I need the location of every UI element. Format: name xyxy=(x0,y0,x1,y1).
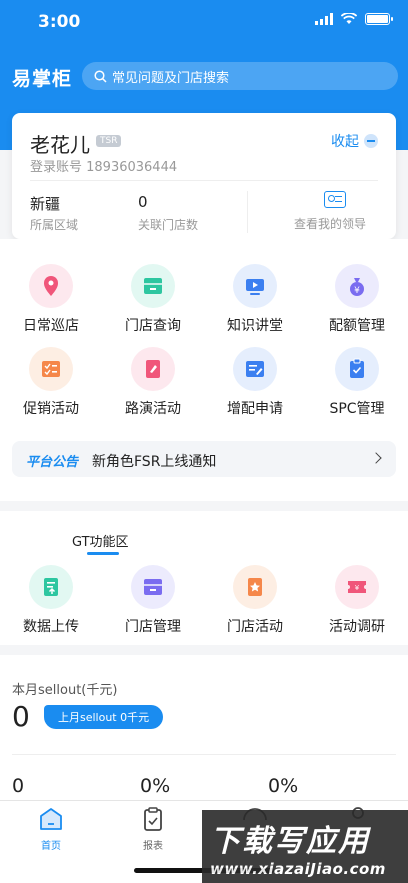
announcement-text: 新角色FSR上线通知 xyxy=(92,454,217,470)
menu-item[interactable]: 增配申请 xyxy=(204,347,306,418)
location-pin-icon xyxy=(29,264,73,308)
app-title: 易掌柜 xyxy=(12,68,73,90)
region-label: 所属区域 xyxy=(30,218,79,232)
menu-item[interactable]: 门店活动 xyxy=(204,565,306,636)
menu-item[interactable]: 门店管理 xyxy=(102,565,204,636)
minus-icon xyxy=(364,134,378,148)
tab-report-label: 报表 xyxy=(143,841,163,852)
metric-value: 0% xyxy=(140,775,171,797)
menu-item-label: 路演活动 xyxy=(125,401,181,417)
tab-home[interactable]: 首页 xyxy=(21,807,81,852)
menu-item[interactable]: 知识讲堂 xyxy=(204,264,306,335)
menu-item[interactable]: ¥ 配额管理 xyxy=(306,264,408,335)
menu-item-label: 数据上传 xyxy=(23,619,79,635)
account-number: 登录账号 18936036444 xyxy=(30,160,178,175)
store-icon xyxy=(131,565,175,609)
watermark-title: 下载写应用 xyxy=(210,824,370,859)
menu-item-label: 门店活动 xyxy=(227,619,283,635)
view-leader-link[interactable]: 查看我的领导 xyxy=(294,215,366,232)
collapse-label: 收起 xyxy=(331,134,359,150)
menu-item[interactable]: 日常巡店 xyxy=(0,264,102,335)
divider xyxy=(247,191,248,233)
clipboard-check-icon xyxy=(335,347,379,391)
menu-item[interactable]: 数据上传 xyxy=(0,565,102,636)
search-bar[interactable]: 常见问题及门店搜索 xyxy=(82,62,398,90)
announcement-tag: 平台公告 xyxy=(26,455,79,470)
edit-note-icon xyxy=(131,347,175,391)
sellout-panel xyxy=(0,655,408,803)
signal-icon xyxy=(315,13,333,25)
tab-underline xyxy=(87,552,119,555)
id-card-icon[interactable] xyxy=(324,191,346,208)
profile-card: 老花儿 TSR 收起 登录账号 18936036444 新疆 所属区域 0 关联… xyxy=(12,113,396,239)
menu-item-label: 日常巡店 xyxy=(23,318,79,334)
metric-value: 0 xyxy=(12,775,25,797)
menu-item-label: 促销活动 xyxy=(23,401,79,417)
chevron-right-icon xyxy=(370,452,382,464)
money-bag-icon: ¥ xyxy=(335,264,379,308)
menu-item[interactable]: 路演活动 xyxy=(102,347,204,418)
wifi-icon xyxy=(341,13,357,24)
status-time: 3:00 xyxy=(38,12,81,32)
menu-item-label: 知识讲堂 xyxy=(227,318,283,334)
watermark: 下载写应用 www.xiazaiJiao.com xyxy=(202,810,408,883)
region-value: 新疆 xyxy=(30,195,61,213)
menu-item[interactable]: 门店查询 xyxy=(102,264,204,335)
stores-count: 0 xyxy=(138,193,148,211)
star-badge-icon xyxy=(233,565,277,609)
report-icon xyxy=(144,807,162,831)
collapse-button[interactable]: 收起 xyxy=(331,131,378,151)
menu-item-label: 配额管理 xyxy=(329,318,385,334)
menu-item[interactable]: ¥ 活动调研 xyxy=(306,565,408,636)
battery-icon xyxy=(365,13,393,25)
menu-item-label: 门店查询 xyxy=(125,318,181,334)
metric-value: 0% xyxy=(268,775,299,797)
role-badge: TSR xyxy=(96,135,122,147)
user-name: 老花儿 xyxy=(30,133,90,157)
tab-report[interactable]: 报表 xyxy=(123,807,183,852)
last-month-badge: 上月sellout 0千元 xyxy=(44,705,164,729)
tab-home-label: 首页 xyxy=(41,841,61,852)
search-icon xyxy=(94,69,107,83)
stores-label: 关联门店数 xyxy=(138,218,199,232)
checklist-icon xyxy=(29,347,73,391)
sellout-label: 本月sellout(千元) xyxy=(12,683,118,698)
menu-item[interactable]: 促销活动 xyxy=(0,347,102,418)
form-edit-icon xyxy=(233,347,277,391)
menu-item-label: 门店管理 xyxy=(125,619,181,635)
menu-item-label: 活动调研 xyxy=(329,619,385,635)
menu-item[interactable]: SPC管理 xyxy=(306,347,408,418)
announcement-bar[interactable]: 平台公告 新角色FSR上线通知 xyxy=(12,441,396,477)
divider xyxy=(12,754,396,755)
gt-section-title[interactable]: GT功能区 xyxy=(72,531,129,550)
svg-text:¥: ¥ xyxy=(355,584,360,592)
menu-item-label: 增配申请 xyxy=(227,401,283,417)
svg-text:¥: ¥ xyxy=(354,286,360,296)
home-icon xyxy=(40,808,62,830)
watermark-url: www.xiazaiJiao.com xyxy=(210,860,386,878)
sellout-value: 0 xyxy=(12,700,30,733)
ticket-icon: ¥ xyxy=(335,565,379,609)
menu-item-label: SPC管理 xyxy=(329,401,385,417)
divider xyxy=(30,180,378,181)
status-bar: 3:00 xyxy=(0,0,408,44)
store-icon xyxy=(131,264,175,308)
search-placeholder: 常见问题及门店搜索 xyxy=(112,70,230,86)
status-icons xyxy=(315,13,393,25)
upload-doc-icon xyxy=(29,565,73,609)
video-icon xyxy=(233,264,277,308)
